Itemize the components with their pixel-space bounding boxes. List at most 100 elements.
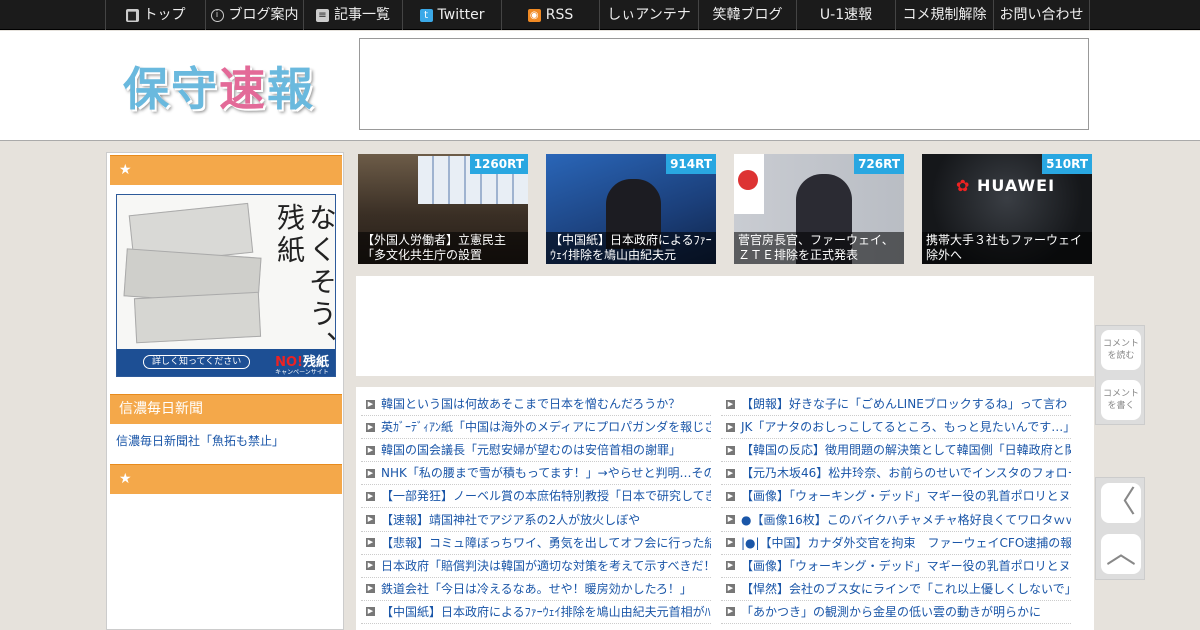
list-item[interactable]: ▶ JK「アナタのおしっこしてるところ、もっと見たいんです…」 [721, 416, 1071, 440]
nav-contact[interactable]: お問い合わせ [993, 0, 1090, 30]
nav-blog-guide[interactable]: i ブログ案内 [205, 0, 303, 30]
back-arrow-icon[interactable]: 〈 [1101, 483, 1141, 523]
headline-link[interactable]: 日本政府「賠償判決は韓国が適切な対策を考えて示すべきだ！ [381, 555, 711, 577]
list-item[interactable]: ▶ 【中国紙】日本政府によるﾌｧｰｳｪｲ排除を鳩山由紀夫元首相がﾊﾟ [361, 601, 711, 624]
play-icon: ▶ [366, 561, 375, 571]
nav-top[interactable]: ▆ トップ [105, 0, 205, 30]
nav-rss[interactable]: ◉ RSS [501, 0, 599, 30]
headline-link[interactable]: 【悍然】会社のブス女にラインで「これ以上優しくしないで」 [741, 578, 1071, 600]
featured-article[interactable]: 1260RT 【外国人労働者】立憲民主「多文化共生庁の設置 [358, 154, 528, 264]
list-item[interactable]: ▶ ●【画像16枚】このバイクハチャメチャ格好良くてワロタｗｗｗ [721, 508, 1071, 532]
scroll-buttons: 〈 ︿ [1095, 477, 1145, 580]
list-item[interactable]: ▶ 【悍然】会社のブス女にラインで「これ以上優しくしないで」 [721, 578, 1071, 601]
nav-label: お問い合わせ [999, 7, 1084, 23]
headline-link[interactable]: 【画像】「ウォーキング・デッド」マギー役の乳首ポロリとヌ [741, 485, 1071, 507]
play-icon: ▶ [726, 584, 735, 594]
headline-link[interactable]: 【一部発狂】ノーベル賞の本庶佑特別教授「日本で研究してき [381, 485, 711, 507]
logo-text: 報 [267, 62, 315, 116]
nav-comment-unblock[interactable]: コメ規制解除 [895, 0, 993, 30]
nav-label: トップ [143, 7, 186, 23]
play-icon: ▶ [366, 515, 375, 525]
logo-text: 速 [219, 62, 267, 116]
article-caption: 携帯大手３社もファーウェイ除外へ [922, 232, 1092, 264]
headline-link[interactable]: NHK「私の腰まで雪が積もってます！」→やらせと判明…その [381, 462, 711, 484]
nav-twitter[interactable]: t Twitter [402, 0, 501, 30]
rt-count-badge: 914RT [666, 154, 716, 174]
article-caption: 【外国人労働者】立憲民主「多文化共生庁の設置 [358, 232, 528, 264]
play-icon: ▶ [366, 607, 375, 617]
headline-link[interactable]: 【中国紙】日本政府によるﾌｧｰｳｪｲ排除を鳩山由紀夫元首相がﾊﾟ [381, 601, 711, 623]
nav-label: 記事一覧 [334, 7, 390, 23]
list-item[interactable]: ▶ 【元乃木坂46】松井玲奈、お前らのせいでインスタのフォロー [721, 462, 1071, 486]
list-item[interactable]: ▶ 鉄道会社「今日は冷えるなあ。せや！暖房効かしたろ！」 [361, 578, 711, 601]
logo-text: 保守 [123, 62, 219, 116]
headline-link[interactable]: JK「アナタのおしっこしてるところ、もっと見たいんです…」 [741, 416, 1071, 438]
play-icon: ▶ [726, 399, 735, 409]
write-comment-button[interactable]: コメントを書く [1101, 380, 1141, 420]
nav-label: しぃアンテナ [607, 7, 691, 23]
headline-link[interactable]: 英ｶﾞｰﾃﾞｨｱﾝ紙「中国は海外のメディアにプロパガンダを報じさ [381, 416, 711, 438]
headline-link[interactable]: 「あかつき」の観測から金星の低い雲の動きが明らかに [741, 601, 1041, 623]
article-thumbnail: ✿ HUAWEI [956, 176, 1056, 195]
list-item[interactable]: ▶ 【画像】「ウォーキング・デッド」マギー役の乳首ポロリとヌ [721, 485, 1071, 509]
sidebar-link[interactable]: 信濃毎日新聞社「魚拓も禁止」 [116, 432, 284, 449]
rt-count-badge: 510RT [1042, 154, 1092, 174]
headline-link[interactable]: 鉄道会社「今日は冷えるなあ。せや！暖房効かしたろ！」 [381, 578, 692, 600]
nav-label: 笑韓ブログ [712, 7, 783, 23]
headline-link[interactable]: ●【画像16枚】このバイクハチャメチャ格好良くてワロタｗｗｗ [741, 509, 1071, 531]
play-icon: ▶ [366, 399, 375, 409]
headline-link[interactable]: 【画像】「ウォーキング・デッド」マギー役の乳首ポロリとヌ [741, 555, 1071, 577]
headline-link[interactable]: 韓国の国会議長「元慰安婦が望むのは安倍首相の謝罪」 [381, 439, 681, 461]
headline-link[interactable]: 【悲報】コミュ障ぼっちワイ、勇気を出してオフ会に行った結 [381, 532, 711, 554]
headline-link[interactable]: 【韓国の反応】徴用問題の解決策として韓国側「日韓政府と関 [741, 439, 1071, 461]
list-item[interactable]: ▶ 【韓国の反応】徴用問題の解決策として韓国側「日韓政府と関 [721, 439, 1071, 463]
list-item[interactable]: ▶ 【画像】「ウォーキング・デッド」マギー役の乳首ポロリとヌ [721, 555, 1071, 578]
list-item[interactable]: ▶ 【一部発狂】ノーベル賞の本庶佑特別教授「日本で研究してき [361, 485, 711, 509]
nav-shokan-blog[interactable]: 笑韓ブログ [698, 0, 796, 30]
play-icon: ▶ [726, 445, 735, 455]
rt-count-badge: 1260RT [469, 154, 528, 174]
headline-link[interactable]: 韓国という国は何故あそこまで日本を憎むんだろうか？ [381, 393, 680, 415]
nav-antenna[interactable]: しぃアンテナ [599, 0, 698, 30]
featured-article[interactable]: ✿ HUAWEI 510RT 携帯大手３社もファーウェイ除外へ [922, 154, 1092, 264]
featured-article[interactable]: 914RT 【中国紙】日本政府によるﾌｧｰｳｪｲ排除を鳩山由紀夫元 [546, 154, 716, 264]
no-text: 残紙 [302, 355, 329, 370]
list-item[interactable]: ▶ NHK「私の腰まで雪が積もってます！」→やらせと判明…その [361, 462, 711, 486]
list-item[interactable]: ▶ 韓国の国会議長「元慰安婦が望むのは安倍首相の謝罪」 [361, 439, 711, 463]
nav-label: Twitter [437, 7, 485, 23]
nav-article-list[interactable]: ≡ 記事一覧 [303, 0, 402, 30]
featured-article[interactable]: 726RT 菅官房長官、ファーウェイ、ＺＴＥ排除を正式発表 [734, 154, 904, 264]
banner-sub: キャンペーンサイト [275, 369, 329, 376]
scroll-top-icon[interactable]: ︿ [1101, 534, 1141, 574]
list-item[interactable]: ▶ |●|【中国】カナダ外交官を拘束 ファーウェイCFO逮捕の報 [721, 532, 1071, 555]
newspaper-stack-image [133, 291, 262, 344]
list-item[interactable]: ▶ 【悲報】コミュ障ぼっちワイ、勇気を出してオフ会に行った結 [361, 532, 711, 555]
headline-link[interactable]: |●|【中国】カナダ外交官を拘束 ファーウェイCFO逮捕の報 [741, 532, 1071, 554]
headline-link[interactable]: 【元乃木坂46】松井玲奈、お前らのせいでインスタのフォロー [741, 462, 1071, 484]
list-item[interactable]: ▶ 「あかつき」の観測から金星の低い雲の動きが明らかに [721, 601, 1071, 624]
sidebar-heading: ★ [110, 464, 342, 494]
rt-count-badge: 726RT [854, 154, 904, 174]
site-logo[interactable]: 保守速報 [123, 53, 315, 119]
list-item[interactable]: ▶ 日本政府「賠償判決は韓国が適切な対策を考えて示すべきだ！ [361, 555, 711, 578]
nav-u1[interactable]: U-1速報 [796, 0, 895, 30]
headline-column-left: ▶ 韓国という国は何故あそこまで日本を憎むんだろうか？ ▶ 英ｶﾞｰﾃﾞｨｱﾝ紙「中… [361, 393, 711, 624]
play-icon: ▶ [366, 422, 375, 432]
list-item[interactable]: ▶ 英ｶﾞｰﾃﾞｨｱﾝ紙「中国は海外のメディアにプロパガンダを報じさ [361, 416, 711, 440]
list-item[interactable]: ▶ 【速報】靖国神社でアジア系の2人が放火しぼや [361, 508, 711, 532]
headline-link[interactable]: 【速報】靖国神社でアジア系の2人が放火しぼや [381, 509, 640, 531]
headline-link[interactable]: 【朗報】好きな子に「ごめんLINEブロックするね」って言わ [741, 393, 1067, 415]
play-icon: ▶ [726, 607, 735, 617]
nav-label: コメ規制解除 [902, 7, 987, 23]
campaign-banner[interactable]: なくそう、残紙 詳しく知ってください NO!残紙 キャンペーンサイト [116, 194, 336, 377]
site-header: 保守速報 [0, 31, 1200, 141]
read-comments-button[interactable]: コメントを読む [1101, 330, 1141, 370]
list-item[interactable]: ▶ 韓国という国は何故あそこまで日本を憎むんだろうか？ [361, 393, 711, 417]
play-icon: ▶ [726, 538, 735, 548]
comment-buttons: コメントを読む コメントを書く [1095, 325, 1145, 425]
list-item[interactable]: ▶ 【朗報】好きな子に「ごめんLINEブロックするね」って言わ [721, 393, 1071, 417]
play-icon: ▶ [366, 468, 375, 478]
play-icon: ▶ [726, 422, 735, 432]
banner-learn-more-button[interactable]: 詳しく知ってください [143, 355, 251, 369]
nav-label: U-1速報 [819, 7, 873, 23]
